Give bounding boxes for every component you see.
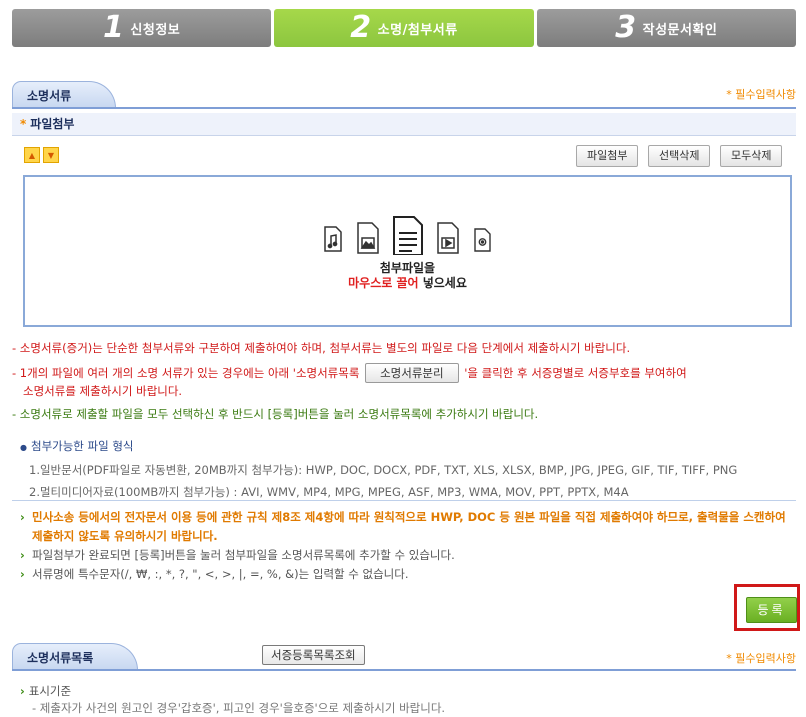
file-type-icons <box>324 216 491 255</box>
delete-selected-button[interactable]: 선택삭제 <box>648 145 711 167</box>
settings-file-icon <box>474 228 491 252</box>
step-1: 1 신청정보 <box>12 9 272 47</box>
required-note-2: * 필수입력사항 <box>726 650 796 666</box>
attach-file-button[interactable]: 파일첨부 <box>576 145 639 167</box>
arrow-up-icon: ▲ <box>28 150 36 160</box>
subhead-file-attach: * 파일첨부 <box>12 113 796 136</box>
formats-general: 1.일반문서(PDF파일로 자동변환, 20MB까지 첨부가능): HWP, D… <box>29 463 738 477</box>
section2-divider <box>12 669 796 671</box>
drop-line-1: 첨부파일을 <box>379 261 436 275</box>
guidance-register-text: 파일첨부가 완료되면 [등록]버튼을 눌러 첨부파일을 소명서류목록에 추가할 … <box>32 548 455 562</box>
drop-emphasis: 마우스로 끌어 <box>348 276 419 290</box>
guidance-list: › 민사소송 등에서의 전자문서 이용 등에 관한 규칙 제8조 제4항에 따라 … <box>20 508 800 584</box>
notice-evidence-separate: - 소명서류(증거)는 단순한 첨부서류와 구분하여 제출하여야 하며, 첨부서… <box>12 341 631 355</box>
star-icon: * <box>20 117 27 131</box>
delete-all-button[interactable]: 모두삭제 <box>720 145 783 167</box>
subhead-label: 파일첨부 <box>30 117 75 131</box>
guidance-original-file: › 민사소송 등에서의 전자문서 이용 등에 관한 규칙 제8조 제4항에 따라 … <box>20 508 800 546</box>
step-3: 3 작성문서확인 <box>536 9 796 47</box>
required-star-icon: * <box>726 88 736 101</box>
file-drop-zone[interactable]: 첨부파일을 마우스로 끌어 넣으세요 <box>23 175 792 327</box>
drop-instruction: 첨부파일을 마우스로 끌어 넣으세요 <box>25 261 790 291</box>
section-header-evidence: 소명서류 * 필수입력사항 <box>12 81 796 109</box>
step-3-number: 3 <box>615 10 637 45</box>
display-criteria-label: 표시기준 <box>28 684 72 698</box>
drop-line-2: 마우스로 끌어 넣으세요 <box>25 276 790 291</box>
required-note: * 필수입력사항 <box>726 86 796 102</box>
document-file-icon <box>393 216 423 255</box>
notice-split-text-c: 소명서류를 제출하시기 바랍니다. <box>23 384 183 398</box>
guidance-register-button: › 파일첨부가 완료되면 [등록]버튼을 눌러 첨부파일을 소명서류목록에 추가할… <box>20 546 800 565</box>
section2-title: 소명서류목록 <box>12 643 139 670</box>
section-header-evidence-list: 소명서류목록 * 필수입력사항 <box>12 643 796 671</box>
notice-register-reminder: - 소명서류로 제출할 파일을 모두 선택하신 후 반드시 [등록]버튼을 눌러… <box>12 407 539 421</box>
video-file-icon <box>437 222 459 254</box>
split-evidence-button[interactable]: 소명서류분리 <box>365 363 459 383</box>
image-file-icon <box>357 222 379 254</box>
required-note-2-text: 필수입력사항 <box>735 652 796 665</box>
chevron-right-icon: › <box>20 567 25 581</box>
step-2-number: 2 <box>350 10 372 45</box>
allowed-formats: ● 첨부가능한 파일 형식 1.일반문서(PDF파일로 자동변환, 20MB까지 … <box>20 435 800 503</box>
notice-split-text-b: '을 클릭한 후 서증명별로 서증부호를 부여하여 <box>464 366 687 380</box>
drop-line-2-rest: 넣으세요 <box>418 276 467 290</box>
evidence-list-search-button[interactable]: 서증등록목록조회 <box>262 645 365 665</box>
formats-title-text: 첨부가능한 파일 형식 <box>30 439 134 453</box>
display-criteria-desc: - 제출자가 사건의 원고인 경우'갑호증', 피고인 경우'을호증'으로 제출… <box>32 701 446 715</box>
section-divider <box>12 107 796 109</box>
notice-split-text-a: - 1개의 파일에 여러 개의 소명 서류가 있는 경우에는 아래 '소명서류목… <box>12 366 360 380</box>
chevron-right-icon: › <box>20 548 25 562</box>
chevron-right-icon: › <box>20 684 25 698</box>
display-criteria: › 표시기준 - 제출자가 사건의 원고인 경우'갑호증', 피고인 경우'을호증… <box>20 683 445 717</box>
step-1-number: 1 <box>103 10 125 45</box>
required-star-icon: * <box>726 652 736 665</box>
guidance-original-file-text: 민사소송 등에서의 전자문서 이용 등에 관한 규칙 제8조 제4항에 따라 원… <box>32 510 786 543</box>
step-indicator: 1 신청정보 2 소명/첨부서류 3 작성문서확인 <box>12 9 796 47</box>
section-divider-line <box>12 500 796 501</box>
music-file-icon <box>324 226 342 252</box>
step-1-label: 신청정보 <box>130 22 181 38</box>
formats-title: ● 첨부가능한 파일 형식 <box>20 435 800 459</box>
guidance-special-chars-text: 서류명에 특수문자(/, ₩, :, *, ?, ", <, >, |, =, … <box>32 567 409 581</box>
bullet-dot-icon: ● <box>20 443 27 452</box>
step-2-label: 소명/첨부서류 <box>377 22 458 38</box>
chevron-right-icon: › <box>20 510 25 524</box>
display-criteria-label-row: › 표시기준 <box>20 683 445 700</box>
register-button[interactable]: 등록 <box>746 597 797 623</box>
arrow-down-icon: ▼ <box>47 150 55 160</box>
required-note-text: 필수입력사항 <box>735 88 796 101</box>
move-down-button[interactable]: ▼ <box>43 147 59 163</box>
section-title: 소명서류 <box>12 81 117 108</box>
guidance-special-chars: › 서류명에 특수문자(/, ₩, :, *, ?, ", <, >, |, =,… <box>20 565 800 584</box>
notice-split-evidence: - 1개의 파일에 여러 개의 소명 서류가 있는 경우에는 아래 '소명서류목… <box>12 363 687 400</box>
move-up-button[interactable]: ▲ <box>24 147 40 163</box>
step-3-label: 작성문서확인 <box>642 22 718 38</box>
step-2: 2 소명/첨부서류 <box>274 9 534 47</box>
